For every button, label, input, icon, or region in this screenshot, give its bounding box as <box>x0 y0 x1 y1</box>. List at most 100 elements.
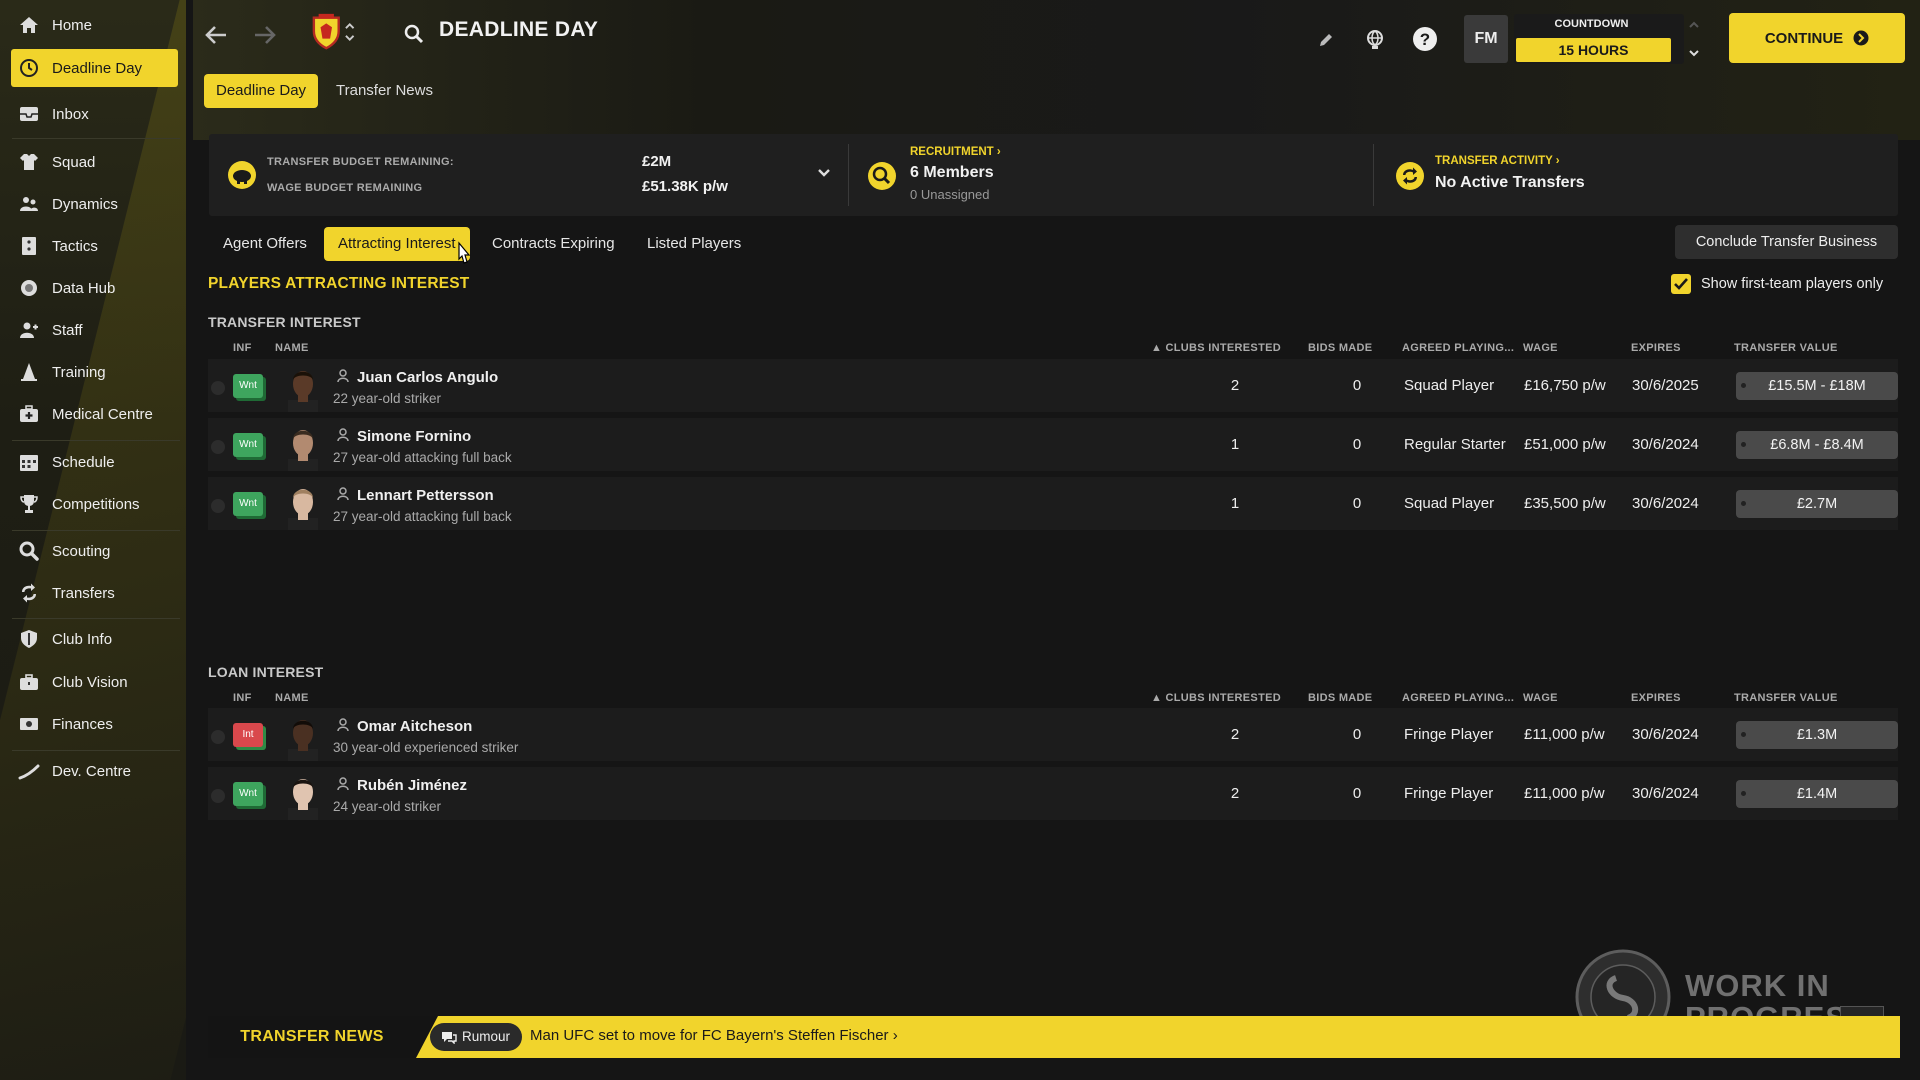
col-wage[interactable]: WAGE <box>1523 342 1558 354</box>
player-name-link[interactable]: Rubén Jiménez <box>357 777 467 794</box>
col-bids-made[interactable]: BIDS MADE <box>1308 342 1372 354</box>
shirt-icon <box>18 151 40 173</box>
col-transfer-value[interactable]: TRANSFER VALUE <box>1734 692 1838 704</box>
player-name-link[interactable]: Simone Fornino <box>357 428 471 445</box>
interest-status-badge: Wnt <box>233 374 263 398</box>
wage-budget-label: WAGE BUDGET REMAINING <box>267 182 423 194</box>
expires-value: 30/6/2024 <box>1632 495 1699 512</box>
arrow-right-circle-icon <box>1853 30 1869 46</box>
sidebar-item-finances[interactable]: Finances <box>0 705 186 743</box>
transfer-activity-link[interactable]: TRANSFER ACTIVITY › <box>1435 155 1560 167</box>
sidebar-item-data-hub[interactable]: Data Hub <box>0 269 186 307</box>
expires-value: 30/6/2024 <box>1632 726 1699 743</box>
col-clubs-interested[interactable]: ▲ CLUBS INTERESTED <box>1151 342 1281 354</box>
player-name-link[interactable]: Lennart Pettersson <box>357 487 494 504</box>
transfer-value-button[interactable]: £1.3M <box>1736 721 1898 749</box>
piggy-bank-icon <box>228 161 256 189</box>
sidebar-item-dynamics[interactable]: Dynamics <box>0 185 186 223</box>
player-description: 22 year-old striker <box>333 391 442 406</box>
person-icon <box>337 487 349 501</box>
player-name-link[interactable]: Juan Carlos Angulo <box>357 369 498 386</box>
row-select-radio[interactable] <box>211 440 225 454</box>
forward-button[interactable] <box>250 20 280 50</box>
tab-attracting-interest[interactable]: Attracting Interest <box>324 227 470 261</box>
sidebar-item-deadline-day[interactable]: Deadline Day <box>11 49 178 87</box>
person-icon <box>337 718 349 732</box>
row-select-radio[interactable] <box>211 730 225 744</box>
search-button[interactable] <box>401 21 427 47</box>
transfer-value-button[interactable]: £2.7M <box>1736 490 1898 518</box>
row-select-radio[interactable] <box>211 789 225 803</box>
player-row[interactable]: Wnt Rubén Jiménez 24 year-old striker 2 0 Fri… <box>208 767 1898 823</box>
top-header: DEADLINE DAY ? FM COUNTDOWN 15 HOURS CON… <box>193 0 1920 140</box>
agreed-playing-time-value: Squad Player <box>1404 495 1495 512</box>
row-select-radio[interactable] <box>211 381 225 395</box>
col-expires[interactable]: EXPIRES <box>1631 692 1681 704</box>
row-select-radio[interactable] <box>211 499 225 513</box>
fm-menu-button[interactable]: FM <box>1464 15 1508 63</box>
news-headline-link[interactable]: Man UFC set to move for FC Bayern's Stef… <box>530 1027 898 1044</box>
arrow-left-icon <box>205 26 226 44</box>
rumour-label: Rumour <box>462 1029 511 1044</box>
social-feed-button[interactable] <box>1361 26 1389 54</box>
tab-deadline-day[interactable]: Deadline Day <box>204 74 319 108</box>
countdown-value: 15 HOURS <box>1516 38 1671 62</box>
col-inf[interactable]: INF <box>233 692 252 704</box>
growth-icon <box>18 760 40 782</box>
transfer-value-button[interactable]: £6.8M - £8.4M <box>1736 431 1898 459</box>
countdown-toggle[interactable] <box>1684 14 1704 64</box>
transfer-interest-title: TRANSFER INTEREST <box>208 314 361 330</box>
help-button[interactable]: ? <box>1411 25 1439 53</box>
chevron-down-icon <box>818 169 830 177</box>
tab-agent-offers[interactable]: Agent Offers <box>209 227 321 261</box>
agreed-playing-time-value: Fringe Player <box>1404 726 1494 743</box>
sidebar-item-medical-centre[interactable]: Medical Centre <box>0 395 186 433</box>
sidebar-item-club-vision[interactable]: Club Vision <box>0 663 186 701</box>
budget-expand-button[interactable] <box>813 162 835 184</box>
back-button[interactable] <box>201 20 231 50</box>
col-inf[interactable]: INF <box>233 342 252 354</box>
col-agreed-playing[interactable]: AGREED PLAYING... <box>1402 342 1514 354</box>
interest-status-badge: Wnt <box>233 492 263 516</box>
first-team-checkbox[interactable] <box>1671 274 1691 294</box>
col-bids-made[interactable]: BIDS MADE <box>1308 692 1372 704</box>
conclude-transfer-business-button[interactable]: Conclude Transfer Business <box>1675 225 1898 259</box>
col-name[interactable]: NAME <box>275 692 309 704</box>
tab-listed-players[interactable]: Listed Players <box>633 227 755 261</box>
sidebar-item-squad[interactable]: Squad <box>0 143 186 181</box>
shield-icon <box>18 628 40 650</box>
col-agreed-playing[interactable]: AGREED PLAYING... <box>1402 692 1514 704</box>
player-row[interactable]: Int Omar Aitcheson 30 year-old experienced… <box>208 708 1898 764</box>
continue-button[interactable]: CONTINUE <box>1729 13 1905 63</box>
sidebar-item-staff[interactable]: Staff <box>0 311 186 349</box>
sidebar-item-home[interactable]: Home <box>0 6 186 44</box>
player-row[interactable]: Wnt Simone Fornino 27 year-old attacking f… <box>208 418 1898 474</box>
sidebar-item-competitions[interactable]: Competitions <box>0 485 186 523</box>
recruitment-link[interactable]: RECRUITMENT › <box>910 146 1001 158</box>
sidebar-item-tactics[interactable]: Tactics <box>0 227 186 265</box>
transfer-value-button[interactable]: £1.4M <box>1736 780 1898 808</box>
sidebar-item-training[interactable]: Training <box>0 353 186 391</box>
player-row[interactable]: Wnt Lennart Pettersson 27 year-old attacki… <box>208 477 1898 533</box>
sidebar-item-dev-centre[interactable]: Dev. Centre <box>0 752 186 790</box>
loan-interest-title: LOAN INTEREST <box>208 664 324 680</box>
player-name-link[interactable]: Omar Aitcheson <box>357 718 472 735</box>
sidebar-item-club-info[interactable]: Club Info <box>0 620 186 658</box>
sidebar-item-scouting[interactable]: Scouting <box>0 532 186 570</box>
sidebar-item-inbox[interactable]: Inbox <box>0 95 186 133</box>
club-selector[interactable] <box>311 12 355 52</box>
transfer-activity-icon <box>1396 162 1424 190</box>
col-transfer-value[interactable]: TRANSFER VALUE <box>1734 342 1838 354</box>
player-row[interactable]: Wnt Juan Carlos Angulo 22 year-old striker… <box>208 359 1898 415</box>
col-expires[interactable]: EXPIRES <box>1631 342 1681 354</box>
transfer-value-button[interactable]: £15.5M - £18M <box>1736 372 1898 400</box>
col-clubs-interested[interactable]: ▲ CLUBS INTERESTED <box>1151 692 1281 704</box>
col-wage[interactable]: WAGE <box>1523 692 1558 704</box>
sidebar-item-schedule[interactable]: Schedule <box>0 443 186 481</box>
sidebar-item-transfers[interactable]: Transfers <box>0 574 186 612</box>
edit-button[interactable] <box>1315 29 1337 51</box>
col-name[interactable]: NAME <box>275 342 309 354</box>
expires-value: 30/6/2024 <box>1632 785 1699 802</box>
tab-transfer-news[interactable]: Transfer News <box>324 74 445 108</box>
tab-contracts-expiring[interactable]: Contracts Expiring <box>478 227 629 261</box>
